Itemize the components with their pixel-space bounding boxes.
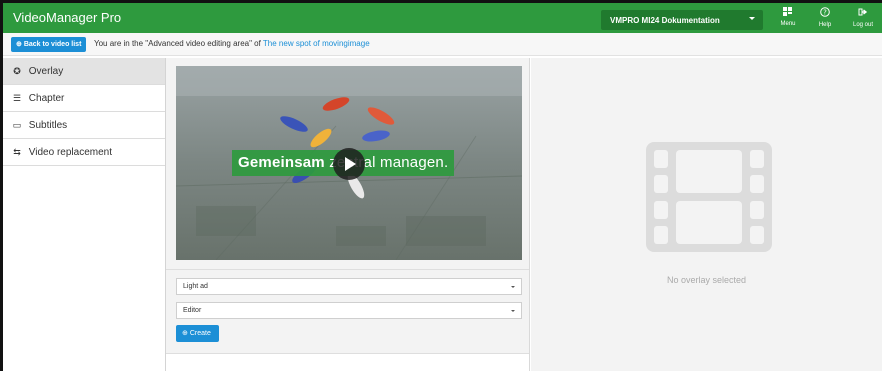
film-strip-icon xyxy=(646,142,772,252)
create-button-label: Create xyxy=(189,330,211,337)
top-bar: VideoManager Pro VMPRO MI24 Dokumentatio… xyxy=(3,3,882,33)
video-player[interactable]: Gemeinsam zentral managen. xyxy=(176,66,522,260)
sidebar-item-label: Subtitles xyxy=(28,120,68,131)
help-button[interactable]: ? Help xyxy=(809,7,841,31)
video-title-link[interactable]: The new spot of movingimage xyxy=(263,39,370,48)
help-button-label: Help xyxy=(818,22,832,28)
sidebar-item-label: Video replacement xyxy=(28,147,112,158)
overlay-source-select[interactable]: Editor xyxy=(176,302,522,319)
chevron-down-icon xyxy=(749,17,755,20)
breadcrumb: You are in the "Advanced video editing a… xyxy=(94,39,370,48)
create-button[interactable]: ⊕ Create xyxy=(176,325,219,342)
overlay-source-value: Editor xyxy=(183,307,202,314)
sidebar-item-subtitles[interactable]: ▭ Subtitles xyxy=(3,112,165,139)
logout-button[interactable]: Log out xyxy=(847,7,879,31)
empty-state-text: No overlay selected xyxy=(666,275,747,285)
back-to-list-button[interactable]: ⊕ Back to video list xyxy=(11,37,87,52)
plus-circle-icon: ⊕ xyxy=(182,330,188,337)
overlay-type-select[interactable]: Light ad xyxy=(176,278,522,295)
breadcrumb-text: You are in the "Advanced video editing a… xyxy=(94,39,261,48)
sidebar-item-overlay[interactable]: ✪ Overlay xyxy=(3,58,165,85)
editing-sidebar: ✪ Overlay ☰ Chapter ▭ Subtitles ⇆ Video … xyxy=(3,58,166,371)
channel-select-label: VMPRO MI24 Dokumentation xyxy=(610,16,720,25)
menu-button[interactable]: Menu xyxy=(772,7,804,31)
breadcrumb-bar: ⊕ Back to video list You are in the "Adv… xyxy=(3,33,882,56)
play-icon xyxy=(345,157,356,171)
sidebar-item-label: Overlay xyxy=(28,66,64,77)
overlay-editor: Gemeinsam zentral managen. Light ad Edit… xyxy=(166,58,530,371)
chevron-down-icon xyxy=(511,286,515,288)
overlay-type-value: Light ad xyxy=(183,283,208,290)
question-icon: ? xyxy=(809,7,841,21)
play-button[interactable] xyxy=(333,148,365,180)
logout-icon xyxy=(847,7,879,21)
list-icon: ☰ xyxy=(12,93,22,103)
form-footer xyxy=(166,353,529,371)
menu-button-label: Menu xyxy=(780,21,796,27)
sidebar-item-video-replacement[interactable]: ⇆ Video replacement xyxy=(3,139,165,166)
channel-select[interactable]: VMPRO MI24 Dokumentation xyxy=(601,10,763,30)
overlay-icon: ✪ xyxy=(13,66,21,76)
sidebar-item-label: Chapter xyxy=(28,93,65,104)
grid-icon xyxy=(772,7,804,20)
subtitles-icon: ▭ xyxy=(12,120,22,130)
overlay-caption-bold: Gemeinsam xyxy=(238,154,325,171)
replace-icon: ⇆ xyxy=(13,147,21,157)
logout-button-label: Log out xyxy=(852,22,874,28)
overlay-preview-panel: No overlay selected xyxy=(531,58,882,371)
svg-text:?: ? xyxy=(823,9,827,17)
overlay-form: Light ad Editor xyxy=(166,269,529,353)
app-title: VideoManager Pro xyxy=(13,10,122,25)
arrow-left-circle-icon: ⊕ xyxy=(16,41,22,48)
chevron-down-icon xyxy=(511,310,515,312)
back-to-list-label: Back to video list xyxy=(23,41,82,48)
sidebar-item-chapter[interactable]: ☰ Chapter xyxy=(3,85,165,112)
